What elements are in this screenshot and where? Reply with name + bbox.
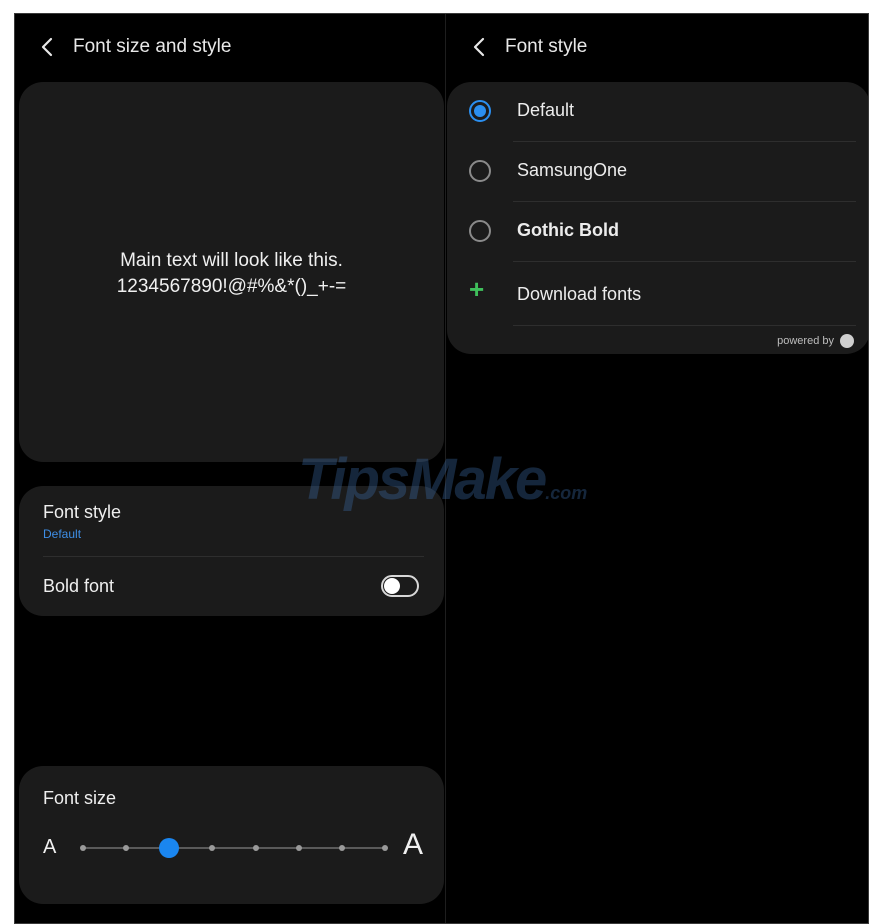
preview-text: Main text will look like this. 123456789… [19,248,444,300]
text-preview-card: Main text will look like this. 123456789… [19,82,444,462]
font-settings-card: Font style Default Bold font [19,486,444,616]
font-option-samsungone[interactable]: SamsungOne [447,142,868,202]
back-button[interactable] [467,35,491,59]
font-option-label: SamsungOne [517,160,628,180]
back-button[interactable] [35,35,59,59]
slider-step-dot [123,845,130,851]
download-fonts-label: Download fonts [517,284,642,304]
radio-selected[interactable] [469,100,491,122]
font-style-row[interactable]: Font style Default [43,502,121,541]
pane-divider [445,14,446,923]
font-size-card: Font size A A [19,766,444,904]
font-style-value: Default [43,527,82,541]
divider [513,325,856,326]
slider-step-dot [382,845,388,851]
font-list-card: Default SamsungOne Gothic Bold + Downloa… [447,82,868,354]
download-fonts-item[interactable]: + Download fonts [447,262,868,326]
back-chevron-icon [41,37,53,57]
powered-by-text: powered by [777,335,834,347]
powered-by: powered by [777,334,854,348]
font-style-screen: Font style Default SamsungOne Gothic Bol… [447,14,868,923]
font-option-default[interactable]: Default [447,82,868,142]
slider-step-dot [80,845,86,851]
radio-unselected[interactable] [469,220,491,242]
preview-line-2: 1234567890!@#%&*()_+-= [116,276,347,297]
app-bar: Font style [467,32,587,62]
back-chevron-icon [473,37,485,57]
increase-size-glyph: A [403,828,424,861]
page-title: Font size and style [73,36,232,57]
divider [43,556,424,557]
page-title: Font style [505,36,588,57]
slider-step-dot [252,845,259,851]
bold-font-row[interactable]: Bold font [43,576,114,597]
decrease-size-glyph: A [43,836,57,858]
font-option-label: Default [517,100,575,120]
provider-logo-icon [840,334,854,348]
font-style-label: Font style [43,502,122,522]
slider-thumb[interactable] [159,838,180,858]
slider-step-dot [338,845,345,851]
app-bar: Font size and style [35,32,231,62]
slider-step-dot [295,845,302,851]
bold-font-toggle[interactable] [381,575,419,597]
font-size-style-screen: Font size and style Main text will look … [15,14,446,923]
font-option-label: Gothic Bold [517,220,619,240]
plus-icon: + [469,274,485,304]
bold-font-label: Bold font [43,576,115,596]
font-option-gothic-bold[interactable]: Gothic Bold [447,202,868,262]
slider-step-dot [209,845,216,851]
toggle-knob [384,578,400,594]
screenshot-frame: Font size and style Main text will look … [14,13,869,924]
font-size-slider[interactable] [79,830,389,866]
font-size-label: Font size [43,788,117,808]
preview-line-1: Main text will look like this. [120,250,343,271]
radio-unselected[interactable] [469,160,491,182]
